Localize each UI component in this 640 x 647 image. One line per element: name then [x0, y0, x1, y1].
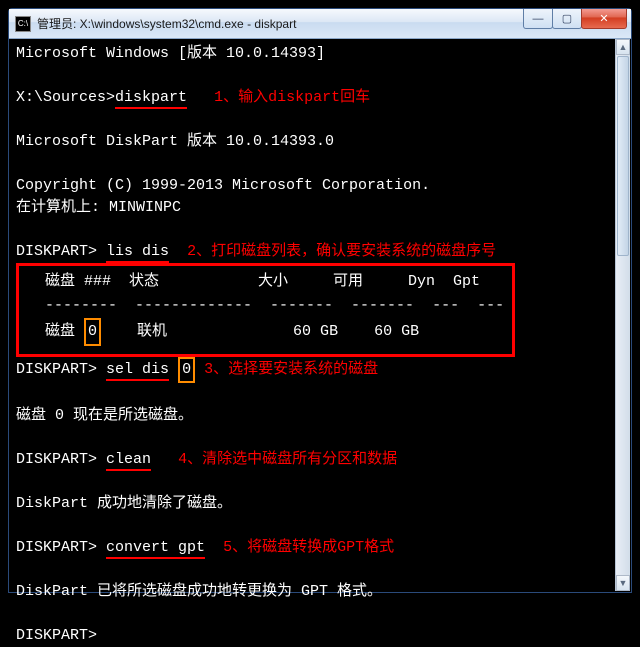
scroll-down-button[interactable]: ▼ — [616, 575, 630, 591]
output-line: 磁盘 0 现在是所选磁盘。 — [16, 407, 193, 424]
prompt: DISKPART> — [16, 361, 97, 378]
output-line: 在计算机上: MINWINPC — [16, 199, 181, 216]
maximize-button[interactable]: ▢ — [552, 9, 582, 29]
table-header: 磁盘 ### 状态 大小 可用 Dyn Gpt — [27, 273, 480, 290]
table-row: 磁盘 0 联机 60 GB 60 GB — [27, 323, 419, 340]
output-line: DiskPart 成功地清除了磁盘。 — [16, 495, 232, 512]
window-title: 管理员: X:\windows\system32\cmd.exe - diskp… — [37, 15, 296, 32]
cmd-diskpart: diskpart — [115, 89, 187, 109]
row-pre: 磁盘 — [27, 323, 84, 340]
prompt: DISKPART> — [16, 627, 97, 644]
titlebar[interactable]: C:\ 管理员: X:\windows\system32\cmd.exe - d… — [9, 9, 631, 39]
cmd-seldis: sel dis — [106, 361, 169, 381]
minimize-button[interactable]: — — [523, 9, 553, 29]
output-line: DiskPart 已将所选磁盘成功地转更换为 GPT 格式。 — [16, 583, 382, 600]
vertical-scrollbar[interactable]: ▲ ▼ — [615, 39, 630, 591]
output-line: Copyright (C) 1999-2013 Microsoft Corpor… — [16, 177, 430, 194]
scroll-thumb[interactable] — [617, 56, 629, 256]
disk-table: 磁盘 ### 状态 大小 可用 Dyn Gpt -------- -------… — [16, 263, 515, 357]
scroll-up-button[interactable]: ▲ — [616, 39, 630, 55]
cmd-lisdis: lis dis — [106, 243, 169, 263]
annotation-5: 5、将磁盘转换成GPT格式 — [223, 539, 394, 556]
row-post: 联机 60 GB 60 GB — [101, 323, 419, 340]
cmd-window: C:\ 管理员: X:\windows\system32\cmd.exe - d… — [8, 8, 632, 593]
disk-number: 0 — [84, 318, 101, 346]
system-icon: C:\ — [15, 16, 31, 32]
annotation-3: 3、选择要安装系统的磁盘 — [204, 361, 378, 378]
output-line: Microsoft DiskPart 版本 10.0.14393.0 — [16, 133, 334, 150]
annotation-1: 1、输入diskpart回车 — [214, 89, 370, 106]
terminal-area[interactable]: Microsoft Windows [版本 10.0.14393] X:\Sou… — [10, 39, 615, 591]
window-buttons: — ▢ ✕ — [524, 9, 627, 29]
prompt: DISKPART> — [16, 451, 97, 468]
cmd-convert: convert gpt — [106, 539, 205, 559]
prompt: DISKPART> — [16, 243, 97, 260]
close-button[interactable]: ✕ — [581, 9, 627, 29]
prompt: X:\Sources> — [16, 89, 115, 106]
output-line: Microsoft Windows [版本 10.0.14393] — [16, 45, 325, 62]
seldis-num: 0 — [178, 357, 195, 383]
annotation-2: 2、打印磁盘列表，确认要安装系统的磁盘序号 — [187, 243, 496, 260]
prompt: DISKPART> — [16, 539, 97, 556]
cmd-clean: clean — [106, 451, 151, 471]
annotation-4: 4、清除选中磁盘所有分区和数据 — [178, 451, 397, 468]
table-dash: -------- ------------- ------- ------- -… — [27, 297, 504, 314]
